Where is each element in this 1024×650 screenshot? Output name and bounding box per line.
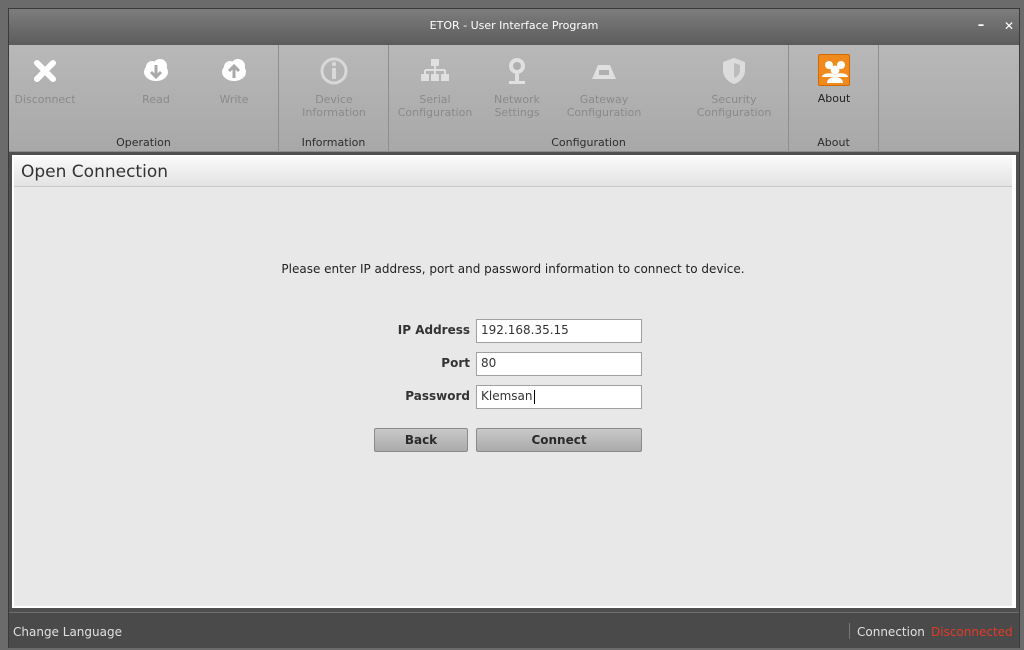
port-input[interactable]: 80 — [476, 352, 642, 376]
gateway-configuration-button[interactable]: Gateway Configuration — [557, 49, 651, 127]
ribbon-group-about: About About — [789, 45, 879, 152]
panel-header: Open Connection — [14, 157, 1012, 187]
group-label-configuration: Configuration — [551, 136, 626, 149]
group-label-information: Information — [301, 136, 366, 149]
page-title: Open Connection — [21, 162, 168, 182]
password-input[interactable]: Klemsan — [476, 385, 642, 409]
ribbon-group-information: Device Information Information — [279, 45, 389, 152]
network-icon — [509, 58, 525, 84]
hierarchy-icon — [421, 59, 449, 81]
password-row: Password — [374, 385, 470, 409]
users-icon — [818, 54, 850, 86]
cloud-download-icon — [144, 59, 168, 81]
security-configuration-label: Security Configuration — [696, 93, 772, 119]
ribbon-group-operation: Disconnect Read Write Operation — [9, 45, 279, 152]
gateway-configuration-label: Gateway Configuration — [566, 93, 642, 119]
instruction-text: Please enter IP address, port and passwo… — [281, 262, 745, 276]
connect-button[interactable]: Connect — [476, 428, 642, 452]
change-language-link[interactable]: Change Language — [13, 625, 122, 639]
disconnect-label: Disconnect — [14, 93, 76, 106]
close-icon — [34, 60, 56, 82]
port-row: Port — [374, 352, 470, 376]
ribbon-toolbar: Disconnect Read Write Operation Device I… — [9, 45, 1019, 152]
security-configuration-button[interactable]: Security Configuration — [687, 49, 781, 127]
back-button[interactable]: Back — [374, 428, 468, 452]
serial-configuration-label: Serial Configuration — [397, 93, 473, 119]
minimize-button[interactable]: – — [971, 17, 991, 35]
device-information-button[interactable]: Device Information — [293, 49, 375, 127]
open-connection-panel: Open Connection Please enter IP address,… — [12, 155, 1016, 608]
serial-configuration-button[interactable]: Serial Configuration — [393, 49, 477, 127]
group-label-about: About — [817, 136, 850, 149]
read-label: Read — [142, 93, 170, 106]
title-bar[interactable]: ETOR - User Interface Program – ✕ — [9, 9, 1019, 45]
cloud-upload-icon — [222, 59, 246, 81]
status-bar: Change Language Connection Disconnected — [9, 612, 1019, 648]
about-label: About — [817, 92, 851, 105]
password-value: Klemsan — [481, 389, 533, 403]
read-button[interactable]: Read — [127, 49, 185, 127]
network-settings-label: Network Settings — [494, 93, 540, 119]
shield-icon — [723, 58, 745, 84]
about-button[interactable]: About — [803, 49, 865, 127]
gateway-icon — [592, 65, 616, 79]
ribbon-group-configuration: Serial Configuration Network Settings Ga… — [389, 45, 789, 152]
info-icon — [320, 57, 348, 85]
network-settings-button[interactable]: Network Settings — [487, 49, 547, 127]
disconnect-button[interactable]: Disconnect — [13, 49, 77, 127]
status-divider — [849, 623, 850, 639]
ip-address-row: IP Address — [374, 319, 470, 343]
close-window-button[interactable]: ✕ — [999, 17, 1019, 35]
write-label: Write — [219, 93, 249, 106]
window-title: ETOR - User Interface Program — [429, 19, 599, 32]
connection-status: Disconnected — [931, 625, 1013, 639]
connection-label: Connection — [857, 625, 925, 639]
password-label: Password — [405, 389, 470, 403]
text-caret — [533, 389, 535, 404]
ip-address-label: IP Address — [397, 323, 470, 337]
app-window: ETOR - User Interface Program – ✕ Discon… — [0, 0, 1024, 650]
group-label-operation: Operation — [116, 136, 171, 149]
device-information-label: Device Information — [302, 93, 366, 119]
write-button[interactable]: Write — [205, 49, 263, 127]
port-label: Port — [441, 356, 470, 370]
ip-address-input[interactable]: 192.168.35.15 — [476, 319, 642, 343]
